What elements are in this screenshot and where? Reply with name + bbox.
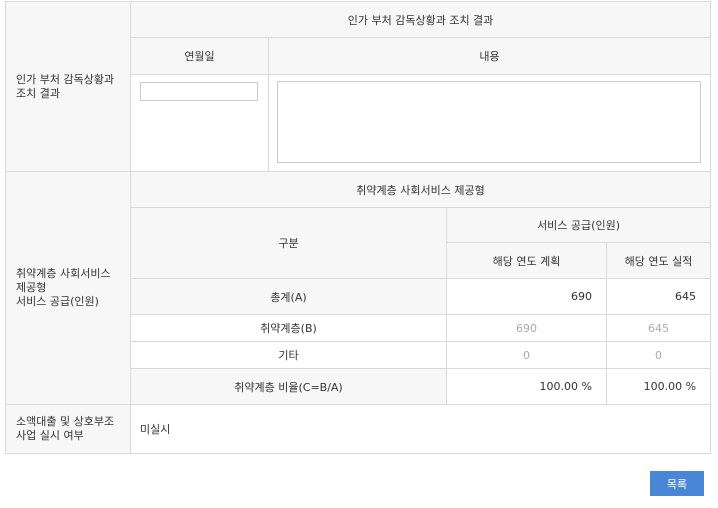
supply-header: 서비스 공급(인원) [445,207,712,243]
inspection-label: 인가 부처 감독상황과 조치 결과 [5,1,131,172]
inspection-title: 인가 부처 감독상황과 조치 결과 [129,1,712,38]
content-textarea[interactable] [277,81,701,163]
category-header: 구분 [130,207,447,279]
content-column-header: 내용 [267,37,712,75]
actual-header: 해당 연도 실적 [605,242,712,279]
service-label-line3: 서비스 공급(인원) [16,295,99,308]
row-name: 취약계층(B) [130,314,447,342]
service-label-line2: 제공형 [16,281,47,294]
row-actual: 645 [605,278,712,315]
loan-label: 소액대출 및 상호부조 사업 실시 여부 [5,404,131,454]
plan-header: 해당 연도 계획 [446,242,607,279]
date-column-header: 연월일 [130,37,269,75]
row-name: 총계(A) [130,278,447,315]
row-plan: 100.00 % [446,368,607,405]
service-label-line1: 취약계층 사회서비스 [16,267,111,280]
list-button[interactable]: 목록 [650,471,704,496]
loan-value: 미실시 [129,404,712,454]
row-plan: 690 [446,314,607,342]
row-plan: 0 [446,341,607,369]
row-actual: 0 [605,341,712,369]
date-cell [130,74,269,172]
date-input[interactable] [140,82,258,101]
row-actual: 645 [605,314,712,342]
service-label: 취약계층 사회서비스 제공형 서비스 공급(인원) [5,171,131,405]
row-plan: 690 [446,278,607,315]
report-table: 인가 부처 감독상황과 조치 결과 인가 부처 감독상황과 조치 결과 연월일 … [5,1,712,454]
loan-label-line2: 사업 실시 여부 [16,429,84,442]
content-cell [267,74,712,172]
row-name: 기타 [130,341,447,369]
loan-label-line1: 소액대출 및 상호부조 [16,415,115,428]
row-name: 취약계층 비율(C=B/A) [130,368,447,405]
row-actual: 100.00 % [605,368,712,405]
service-title: 취약계층 사회서비스 제공형 [129,171,712,208]
